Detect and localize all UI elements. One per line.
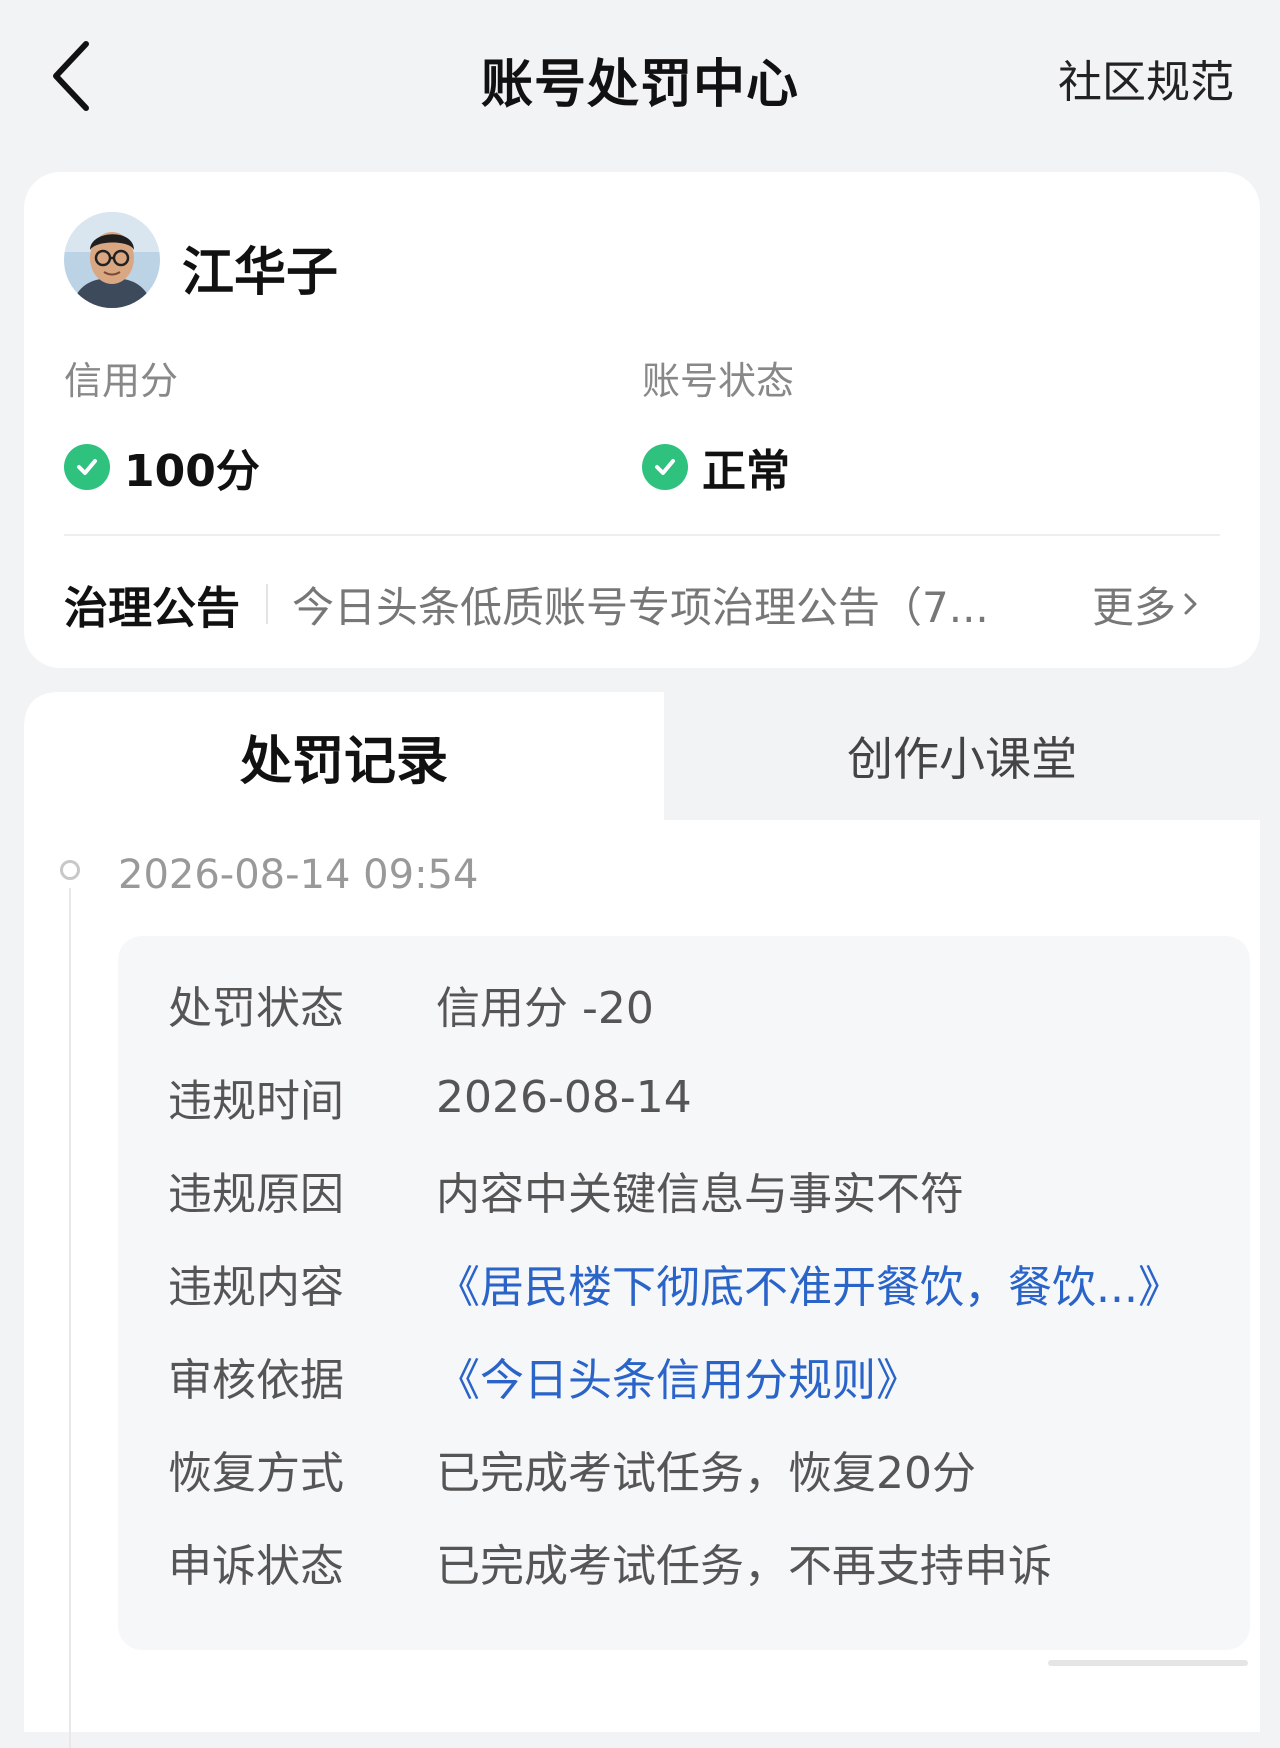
detail-row-recovery: 恢复方式 已完成考试任务，恢复20分 <box>168 1429 1258 1509</box>
timeline-line <box>69 888 71 1748</box>
avatar[interactable] <box>64 212 160 308</box>
chevron-right-icon <box>1184 593 1197 615</box>
detail-value: 已完成考试任务，不再支持申诉 <box>436 1541 1052 1592</box>
record-timestamp: 2026-08-14 09:54 <box>118 852 479 898</box>
profile-card: 江华子 信用分 100分 账号状态 正常 治理公告 今日头条低质账号专项治理公告… <box>24 172 1260 668</box>
watermark <box>1048 1660 1248 1666</box>
account-status-value: 正常 <box>702 446 790 497</box>
notice-label: 治理公告 <box>64 583 240 634</box>
detail-key: 审核依据 <box>168 1355 344 1406</box>
top-nav-bar: 账号处罚中心 社区规范 <box>0 0 1280 150</box>
more-label: 更多 <box>1091 582 1176 632</box>
credit-score-label: 信用分 <box>64 359 179 403</box>
detail-value: 信用分 -20 <box>436 983 654 1034</box>
detail-key: 恢复方式 <box>168 1448 344 1499</box>
notice-separator <box>266 584 268 624</box>
detail-row-status: 处罚状态 信用分 -20 <box>168 964 1258 1044</box>
timeline-dot-icon <box>60 860 80 880</box>
check-circle-icon <box>642 444 688 490</box>
avatar-image <box>64 212 160 308</box>
account-status-stat: 账号状态 正常 <box>642 350 794 499</box>
penalty-detail-box: 处罚状态 信用分 -20 违规时间 2026-08-14 违规原因 内容中关键信… <box>118 936 1250 1650</box>
governance-notice-row: 治理公告 今日头条低质账号专项治理公告（7... 更多 <box>64 564 1240 644</box>
tab-creator-course[interactable]: 创作小课堂 <box>664 692 1260 820</box>
detail-row-reason: 违规原因 内容中关键信息与事实不符 <box>168 1150 1258 1230</box>
detail-key: 违规内容 <box>168 1262 344 1313</box>
credit-score-value: 100分 <box>124 446 260 497</box>
community-guidelines-link[interactable]: 社区规范 <box>1058 46 1234 110</box>
credit-score-stat: 信用分 100分 <box>64 350 260 499</box>
detail-row-time: 违规时间 2026-08-14 <box>168 1057 1258 1137</box>
account-status-label: 账号状态 <box>642 359 795 403</box>
username: 江华子 <box>182 243 339 303</box>
detail-key: 申诉状态 <box>168 1541 344 1592</box>
tab-penalty-records[interactable]: 处罚记录 <box>24 692 664 820</box>
detail-value: 已完成考试任务，恢复20分 <box>436 1448 976 1499</box>
detail-row-content: 违规内容 《居民楼下彻底不准开餐饮，餐饮...》 <box>168 1243 1258 1323</box>
records-card: 处罚记录 创作小课堂 2026-08-14 09:54 处罚状态 信用分 -20… <box>24 692 1260 1748</box>
more-button[interactable]: 更多 <box>1092 574 1200 635</box>
detail-value: 内容中关键信息与事实不符 <box>436 1169 964 1220</box>
violating-article-link[interactable]: 《居民楼下彻底不准开餐饮，餐饮...》 <box>436 1251 1182 1315</box>
divider <box>64 534 1220 536</box>
detail-row-appeal: 申诉状态 已完成考试任务，不再支持申诉 <box>168 1522 1258 1602</box>
notice-link[interactable]: 今日头条低质账号专项治理公告（7... <box>292 574 1062 635</box>
credit-rules-link[interactable]: 《今日头条信用分规则》 <box>436 1344 920 1408</box>
detail-value: 2026-08-14 <box>436 1071 692 1123</box>
detail-row-basis: 审核依据 《今日头条信用分规则》 <box>168 1336 1258 1416</box>
detail-key: 违规原因 <box>168 1169 344 1220</box>
detail-key: 处罚状态 <box>168 983 344 1034</box>
detail-key: 违规时间 <box>168 1076 344 1127</box>
check-circle-icon <box>64 444 110 490</box>
